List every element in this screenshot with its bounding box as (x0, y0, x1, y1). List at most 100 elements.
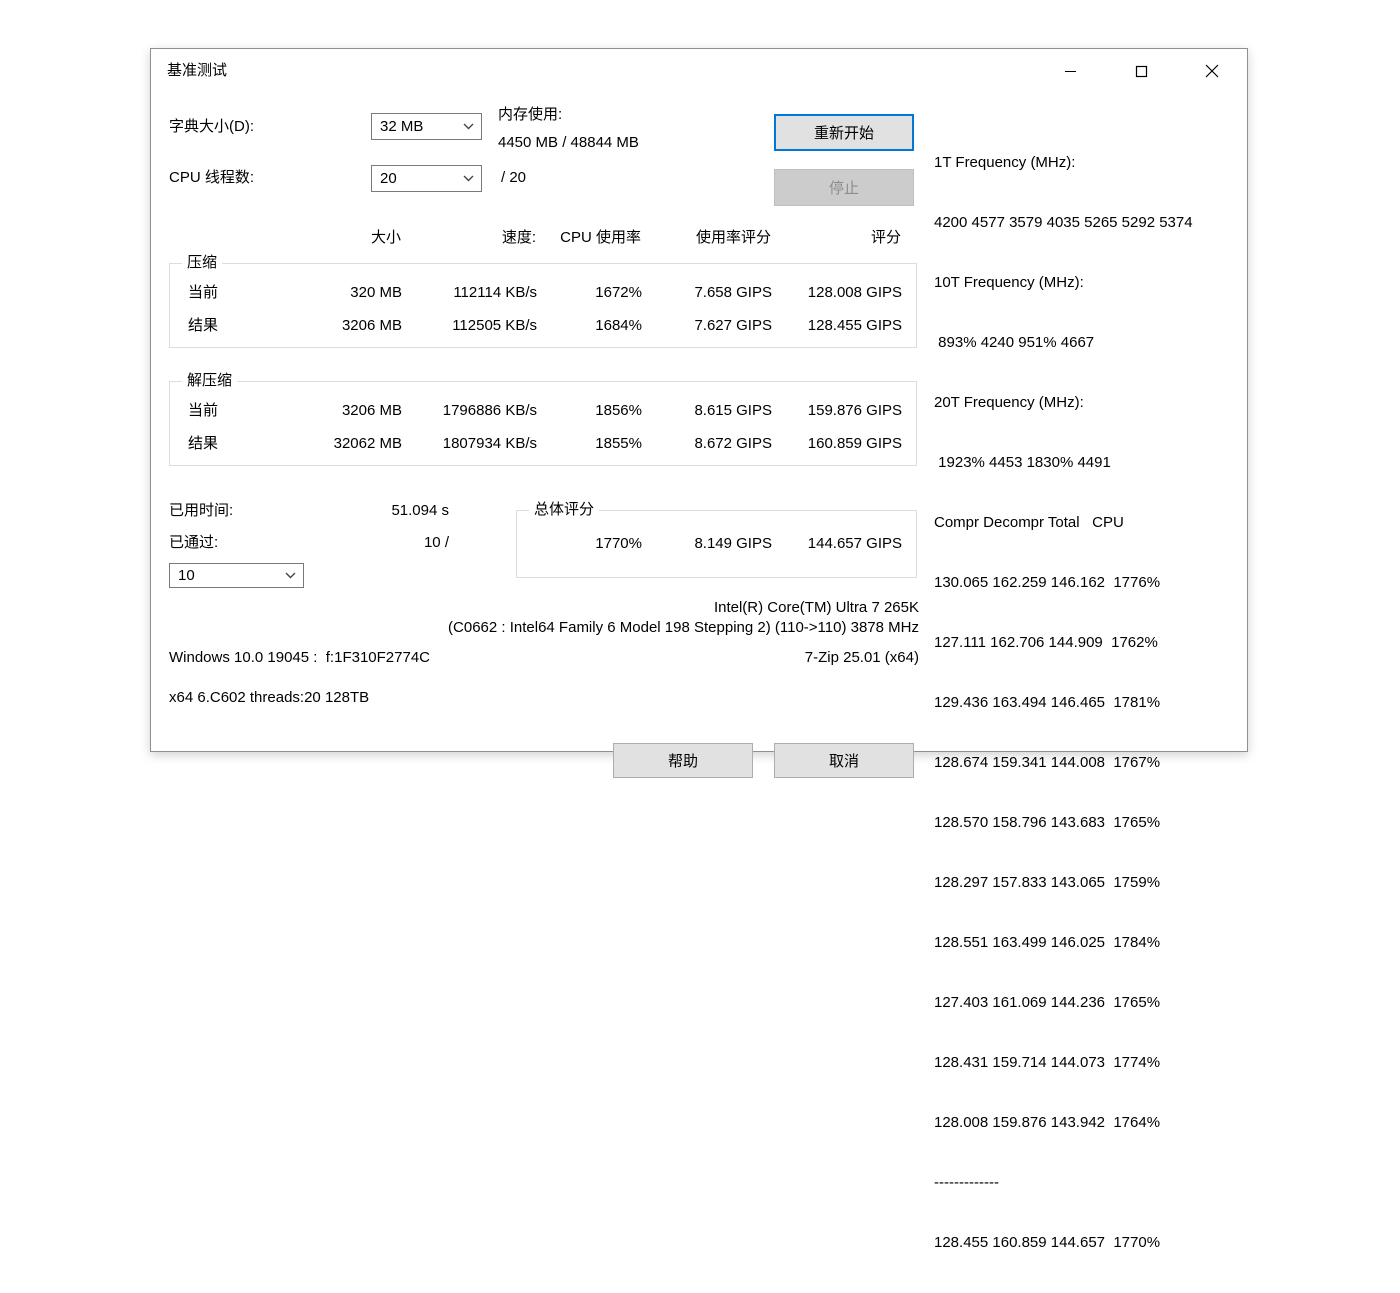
log-line: 128.455 160.859 144.657 1770% (934, 1234, 1161, 1251)
help-button-label: 帮助 (667, 753, 698, 770)
cpu-info-block: Intel(R) Core(TM) Ultra 7 265K (C0662 : … (169, 598, 919, 638)
usage-rating-value: 8.672 GIPS (694, 435, 772, 452)
log-line: Compr Decompr Total CPU (934, 514, 1124, 531)
cancel-button-label: 取消 (828, 753, 859, 770)
cpu-usage-value: 1672% (595, 284, 642, 301)
memory-usage-value: 4450 MB / 48844 MB (498, 134, 639, 151)
log-line: 1923% 4453 1830% 4491 (934, 454, 1111, 471)
cpu-threads-select[interactable]: 20 (371, 165, 482, 192)
log-line: 127.403 161.069 144.236 1765% (934, 994, 1161, 1011)
total-rating-group: 总体评分 1770% 8.149 GIPS 144.657 GIPS (516, 500, 917, 578)
total-rating-group-label: 总体评分 (529, 500, 600, 520)
log-line: 128.551 163.499 146.025 1784% (934, 934, 1161, 951)
compression-rows: 当前 320 MB 112114 KB/s 1672% 7.658 GIPS 1… (170, 264, 916, 342)
build-info: x64 6.C602 threads:20 128TB (169, 689, 370, 706)
cpu-name: Intel(R) Core(TM) Ultra 7 265K (713, 599, 919, 616)
size-value: 320 MB (350, 284, 402, 301)
header-size: 大小 (370, 229, 401, 246)
passes-select[interactable]: 10 (169, 563, 304, 588)
decompression-rows: 当前 3206 MB 1796886 KB/s 1856% 8.615 GIPS… (170, 382, 916, 460)
cpu-usage-value: 1684% (595, 317, 642, 334)
cancel-button[interactable]: 取消 (774, 743, 914, 778)
header-cpu-usage: CPU 使用率 (560, 229, 641, 246)
dictionary-size-label: 字典大小(D): (169, 118, 254, 135)
speed-value: 1807934 KB/s (442, 435, 537, 452)
help-button[interactable]: 帮助 (613, 743, 753, 778)
header-empty (169, 228, 281, 248)
stop-button-label: 停止 (828, 180, 859, 197)
log-line: 130.065 162.259 146.162 1776% (934, 574, 1161, 591)
passes-value: 10 / (423, 534, 449, 551)
cpu-details: (C0662 : Intel64 Family 6 Model 198 Step… (448, 619, 919, 636)
header-rating: 评分 (870, 229, 901, 246)
log-line: 128.008 159.876 143.942 1764% (934, 1114, 1161, 1131)
table-row: 当前 320 MB 112114 KB/s 1672% 7.658 GIPS 1… (170, 276, 916, 309)
dictionary-size-value: 32 MB (380, 118, 424, 135)
log-line: 129.436 163.494 146.465 1781% (934, 694, 1161, 711)
log-line: 127.111 162.706 144.909 1762% (934, 634, 1158, 651)
row-label: 结果 (188, 317, 219, 334)
log-line: 128.570 158.796 143.683 1765% (934, 814, 1161, 831)
log-line: 20T Frequency (MHz): (934, 394, 1084, 411)
minimize-button[interactable] (1035, 49, 1106, 93)
dialog-content: 字典大小(D): 32 MB 内存使用: 4450 MB / 48844 MB … (151, 93, 1249, 1251)
log-line: 128.431 159.714 144.073 1774% (934, 1054, 1161, 1071)
cpu-threads-total: / 20 (501, 169, 527, 186)
rating-value: 128.455 GIPS (807, 317, 902, 334)
total-rating-row: 1770% 8.149 GIPS 144.657 GIPS (517, 527, 916, 560)
elapsed-time-value: 51.094 s (391, 502, 449, 519)
speed-value: 112505 KB/s (452, 317, 537, 334)
close-icon (1205, 64, 1219, 78)
rating-value: 128.008 GIPS (807, 284, 902, 301)
chevron-down-icon (285, 572, 296, 579)
row-label: 结果 (188, 435, 219, 452)
log-line: 128.674 159.341 144.008 1767% (934, 754, 1161, 771)
log-line: 128.297 157.833 143.065 1759% (934, 874, 1161, 891)
close-button[interactable] (1176, 49, 1247, 93)
header-speed: 速度: (501, 229, 536, 246)
passes-label: 已通过: (169, 534, 219, 551)
passes-row: 已通过: 10 / (169, 533, 449, 553)
maximize-button[interactable] (1106, 49, 1177, 93)
size-value: 3206 MB (341, 402, 402, 419)
window-title: 基准测试 (167, 62, 228, 79)
maximize-icon (1135, 65, 1147, 77)
cpu-usage-value: 1856% (595, 402, 642, 419)
speed-value: 1796886 KB/s (442, 402, 537, 419)
minimize-icon (1064, 70, 1076, 72)
header-usage-rating: 使用率评分 (695, 229, 771, 246)
stop-button: 停止 (774, 169, 914, 206)
table-row: 结果 3206 MB 112505 KB/s 1684% 7.627 GIPS … (170, 309, 916, 342)
os-version-row: Windows 10.0 19045 : f:1F310F2774C 7-Zip… (169, 648, 919, 668)
elapsed-time-label: 已用时间: (169, 502, 234, 519)
size-value: 3206 MB (341, 317, 402, 334)
log-line: 10T Frequency (MHz): (934, 274, 1084, 291)
results-table-header: 大小 速度: CPU 使用率 使用率评分 评分 (169, 228, 901, 248)
benchmark-log: 1T Frequency (MHz): 4200 4577 3579 4035 … (934, 113, 1239, 1293)
passes-select-value: 10 (178, 567, 195, 584)
table-row: 结果 32062 MB 1807934 KB/s 1855% 8.672 GIP… (170, 427, 916, 460)
dictionary-size-select[interactable]: 32 MB (371, 113, 482, 140)
titlebar: 基准测试 (151, 49, 1247, 93)
table-row: 当前 3206 MB 1796886 KB/s 1856% 8.615 GIPS… (170, 394, 916, 427)
os-version: Windows 10.0 19045 : f:1F310F2774C (169, 649, 430, 666)
compression-group-label: 压缩 (182, 253, 223, 273)
decompression-group-label: 解压缩 (182, 371, 238, 391)
row-label: 当前 (188, 402, 219, 419)
restart-button-label: 重新开始 (813, 125, 874, 142)
size-value: 32062 MB (333, 435, 402, 452)
total-usage-rating-value: 8.149 GIPS (694, 535, 772, 552)
rating-value: 159.876 GIPS (807, 402, 902, 419)
speed-value: 112114 KB/s (453, 284, 537, 301)
row-label: 当前 (188, 284, 219, 301)
log-line: 4200 4577 3579 4035 5265 5292 5374 (934, 214, 1193, 231)
benchmark-dialog: 基准测试 字典大小(D): 32 MB 内存使用: 4450 MB / 4884… (150, 48, 1249, 1251)
cpu-usage-value: 1855% (595, 435, 642, 452)
restart-button[interactable]: 重新开始 (774, 114, 914, 151)
compression-group: 压缩 当前 320 MB 112114 KB/s 1672% 7.658 GIP… (169, 253, 917, 348)
usage-rating-value: 7.658 GIPS (694, 284, 772, 301)
total-cpu-usage-value: 1770% (595, 535, 642, 552)
usage-rating-value: 7.627 GIPS (694, 317, 772, 334)
usage-rating-value: 8.615 GIPS (694, 402, 772, 419)
chevron-down-icon (463, 175, 474, 182)
